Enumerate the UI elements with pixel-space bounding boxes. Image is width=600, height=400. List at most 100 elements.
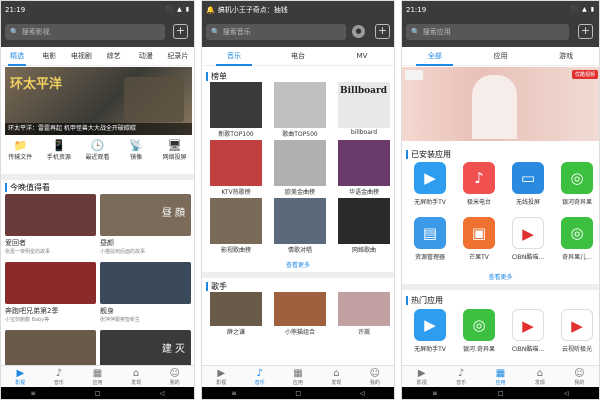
add-button[interactable]: + <box>375 24 390 39</box>
video-card[interactable]: 爱回者张嘉一夜明星的故事 <box>5 194 96 255</box>
chart-card[interactable]: KTV热歌榜 <box>210 140 262 196</box>
nav-profile[interactable]: ☺ 我的 <box>356 366 394 387</box>
app-item[interactable]: ♪ 极米电台 <box>457 162 501 206</box>
tab-radio[interactable]: 电台 <box>266 47 330 66</box>
cover-label: 薛之谦 <box>226 329 245 336</box>
singer-card[interactable]: 许嵩 <box>338 292 390 336</box>
cover-image <box>274 198 326 244</box>
nav-apps[interactable]: ▦ 应用 <box>481 366 520 387</box>
app-item[interactable]: ▶ CIBN酷喵... <box>506 309 550 353</box>
see-more-apps[interactable]: 查看更多 <box>402 272 599 281</box>
nav-profile[interactable]: ☺ 我的 <box>155 366 194 387</box>
chart-card[interactable]: 网络歌曲 <box>338 198 390 254</box>
menu-icon[interactable]: ≡ <box>31 390 36 397</box>
home-icon[interactable]: □ <box>498 390 504 397</box>
nav-music[interactable]: ♪ 音乐 <box>240 366 278 387</box>
nav-music[interactable]: ♪ 音乐 <box>40 366 79 387</box>
tab-variety[interactable]: 综艺 <box>98 47 130 66</box>
add-button[interactable]: + <box>578 24 593 39</box>
nav-apps[interactable]: ▦ 应用 <box>279 366 317 387</box>
tab-documentary[interactable]: 纪录片 <box>162 47 194 66</box>
video-card[interactable]: 奔跑吧兄弟第2季 小宝剑鲍鹏 Baby等 <box>5 262 96 323</box>
quick-transfer-files[interactable]: 📁 传输文件 <box>1 139 40 173</box>
home-icon[interactable]: □ <box>95 390 101 397</box>
promo-banner[interactable]: 优酷视频 <box>402 67 599 141</box>
search-input[interactable]: 🔍 搜索影视 <box>5 24 165 40</box>
menu-icon[interactable]: ≡ <box>231 390 236 397</box>
tab-games[interactable]: 游戏 <box>533 47 599 66</box>
app-item[interactable]: ▶ 无屏助手TV <box>408 309 452 353</box>
nav-discover[interactable]: ⌂ 发现 <box>520 366 559 387</box>
tab-mv[interactable]: MV <box>330 47 394 66</box>
hero-banner[interactable]: 环太平洋 环太平洋：雷霆再起 机甲怪兽大大战全开破碳碳 <box>5 67 192 135</box>
nav-video[interactable]: ▶ 影视 <box>202 366 240 387</box>
back-icon[interactable]: ◁ <box>160 390 165 397</box>
play-icon: ▶ <box>217 368 226 379</box>
tab-anime[interactable]: 动漫 <box>130 47 162 66</box>
tab-featured[interactable]: 精选 <box>1 47 33 66</box>
video-title: 爱回者 <box>5 239 26 247</box>
back-icon[interactable]: ◁ <box>360 390 365 397</box>
back-icon[interactable]: ◁ <box>564 390 569 397</box>
status-bar: 21:19 ⬛ ▲ ▮ <box>402 1 599 18</box>
cover-image <box>210 292 262 326</box>
video-subtitle: 张嘉一夜明星的故事 <box>5 249 51 255</box>
app-item[interactable]: ▤ 资源管理器 <box>408 217 452 261</box>
menu-icon[interactable]: ≡ <box>432 390 437 397</box>
search-input[interactable]: 🔍 搜索音乐 <box>206 24 346 40</box>
cover-label: 歌曲TOP500 <box>282 131 318 138</box>
video-card[interactable]: 舰身 张萍萍跟奥智新生 <box>100 262 191 323</box>
app-item[interactable]: ▶ 云视听极光 <box>555 309 599 353</box>
app-item[interactable]: ▣ 芒果TV <box>457 217 501 261</box>
banner-caption: 环太平洋：雷霆再起 机甲怪兽大大战全开破碳碳 <box>5 123 192 135</box>
singer-card[interactable]: 小熊猫组合 <box>274 292 326 336</box>
add-button[interactable]: + <box>173 24 188 39</box>
home-icon[interactable]: □ <box>295 390 301 397</box>
tab-all[interactable]: 全部 <box>402 47 468 66</box>
app-item[interactable]: ▭ 无线投屏 <box>506 162 550 206</box>
nav-profile[interactable]: ☺ 我的 <box>560 366 599 387</box>
cover-image: Billboard <box>338 82 390 128</box>
search-input[interactable]: 🔍 搜索应用 <box>406 24 569 40</box>
quick-recent[interactable]: 🕒 最近观看 <box>78 139 117 173</box>
tab-apps[interactable]: 应用 <box>468 47 534 66</box>
app-item[interactable]: ◎ 奇异果儿... <box>555 217 599 261</box>
status-notification-text: 搞机小王子奇点：抽钱 <box>217 5 288 14</box>
nav-video[interactable]: ▶ 影视 <box>402 366 441 387</box>
tab-movies[interactable]: 电影 <box>33 47 65 66</box>
status-icons: ⬛ ▲ ▮ <box>570 6 595 13</box>
cast-icon: 🖥 <box>167 139 182 152</box>
singer-card[interactable]: 薛之谦 <box>210 292 262 336</box>
chart-card[interactable]: 华语金曲榜 <box>338 140 390 196</box>
system-nav: ≡ □ ◁ <box>1 387 194 399</box>
chart-card[interactable]: 欧美金曲榜 <box>274 140 326 196</box>
app-item[interactable]: ▶ CIBN酷喵... <box>506 217 550 261</box>
search-placeholder: 搜索影视 <box>21 28 50 36</box>
tab-tv[interactable]: 电视剧 <box>65 47 97 66</box>
see-more-charts[interactable]: 查看更多 <box>202 260 394 269</box>
nav-apps[interactable]: ▦ 应用 <box>78 366 117 387</box>
chart-card[interactable]: Billboard billboard <box>338 82 390 136</box>
person-icon: ☺ <box>169 368 180 379</box>
nav-video[interactable]: ▶ 影视 <box>1 366 40 387</box>
quick-phone-resources[interactable]: 📱 手机资源 <box>40 139 79 173</box>
cover-image <box>210 82 262 128</box>
app-item[interactable]: ◎ 银河.奇异果 <box>457 309 501 353</box>
app-label: 无屏助手TV <box>414 199 446 206</box>
quick-mirror[interactable]: 📡 镜像 <box>117 139 156 173</box>
chart-card[interactable]: 新歌TOP100 <box>210 82 262 138</box>
chart-card[interactable]: 情歌对唱 <box>274 198 326 254</box>
nav-label: 影视 <box>216 380 227 386</box>
nav-discover[interactable]: ⌂ 发现 <box>317 366 355 387</box>
tab-music[interactable]: 音乐 <box>202 47 266 66</box>
app-item[interactable]: ◎ 银河奇异果 <box>555 162 599 206</box>
chart-card[interactable]: 歌曲TOP500 <box>274 82 326 138</box>
chart-card[interactable]: 影视歌曲榜 <box>210 198 262 254</box>
quick-network-cast[interactable]: 🖥 网络投屏 <box>155 139 194 173</box>
poster-title: 建 灭 <box>161 344 185 355</box>
nav-music[interactable]: ♪ 音乐 <box>441 366 480 387</box>
app-item[interactable]: ▶ 无屏助手TV <box>408 162 452 206</box>
mic-icon[interactable]: ● <box>352 25 365 38</box>
video-card[interactable]: 昼 顔昼颜 小猫鼠到后面的故事 <box>100 194 191 255</box>
nav-discover[interactable]: ⌂ 发现 <box>117 366 156 387</box>
